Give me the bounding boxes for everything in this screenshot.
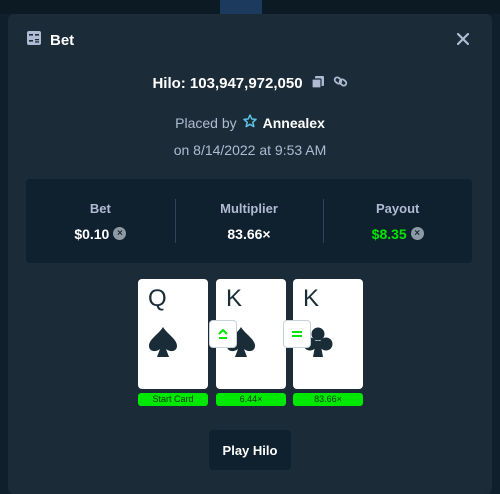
- link-icon[interactable]: [333, 74, 348, 93]
- bet-stat: Bet $0.10 ×: [26, 179, 175, 263]
- placed-by-line: Placed by Annealex: [8, 114, 492, 131]
- bet-stats-panel: Bet $0.10 × Multiplier 83.66× Payout $8.…: [26, 179, 472, 263]
- modal-header: Bet: [26, 28, 74, 52]
- payout-value-row: $8.35 ×: [372, 226, 424, 242]
- payout-value: $8.35: [371, 225, 407, 242]
- bet-value-row: $0.10 ×: [74, 225, 127, 242]
- higher-or-same-icon: [209, 320, 237, 348]
- card-rank: K: [226, 285, 243, 312]
- bet-date: on 8/14/2022 at 9:53 AM: [173, 142, 327, 158]
- card-rank: K: [303, 285, 320, 312]
- multiplier-value: 83.66×: [227, 225, 271, 242]
- username-link[interactable]: Annealex: [263, 115, 325, 131]
- close-button[interactable]: [452, 28, 474, 50]
- currency-icon: ×: [113, 227, 127, 240]
- background-tab: [220, 0, 262, 14]
- bet-label: Bet: [89, 200, 111, 216]
- card-tag: 83.66×: [293, 393, 363, 406]
- modal-title: Bet: [50, 31, 75, 49]
- game-id: Hilo: 103,947,972,050: [152, 75, 303, 92]
- payout-stat: Payout $8.35 ×: [323, 179, 472, 263]
- copy-icon[interactable]: [310, 75, 325, 93]
- cards-row: Q Start Card K 6.44× K 83.66×: [138, 279, 364, 409]
- game-id-line: Hilo: 103,947,972,050: [8, 74, 492, 93]
- payout-label: Payout: [376, 200, 420, 216]
- spade-icon: [149, 327, 177, 357]
- close-icon: [457, 33, 469, 45]
- same-icon: [283, 320, 311, 348]
- multiplier-stat: Multiplier 83.66×: [174, 179, 324, 263]
- play-hilo-button[interactable]: Play Hilo: [209, 430, 291, 470]
- card-tag: 6.44×: [216, 393, 286, 406]
- card-slot: Q Start Card: [138, 279, 208, 406]
- star-icon: [242, 114, 257, 131]
- placed-by-label: Placed by: [175, 114, 237, 131]
- bet-icon: [26, 30, 42, 51]
- bet-value: $0.10: [74, 225, 110, 242]
- card-rank: Q: [148, 285, 167, 312]
- bet-modal: Bet Hilo: 103,947,972,050 Placed by Anne…: [8, 14, 492, 494]
- multiplier-label: Multiplier: [220, 200, 278, 216]
- playing-card: Q: [138, 279, 208, 389]
- currency-icon: ×: [410, 227, 424, 240]
- card-tag: Start Card: [138, 393, 208, 406]
